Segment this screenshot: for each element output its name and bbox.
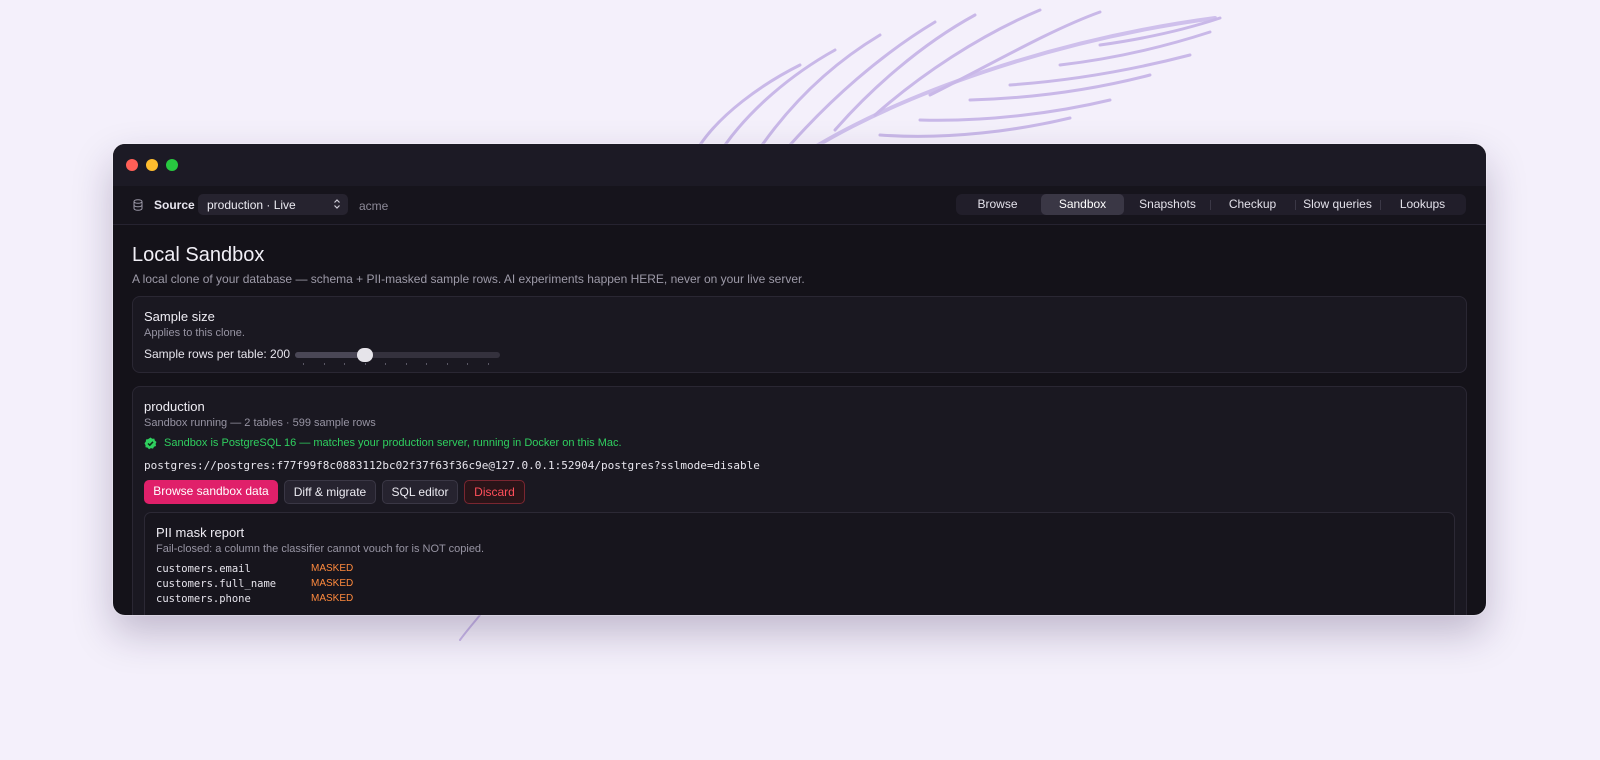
slider-fill [295,352,365,358]
sample-rows-label: Sample rows per table: 200 [144,347,291,361]
sample-size-subtitle: Applies to this clone. [144,327,245,339]
pii-report-title: PII mask report [156,525,245,540]
slider-tick [364,363,366,365]
sql-editor-button[interactable]: SQL editor [382,480,458,504]
page-title: Local Sandbox [132,244,265,266]
sandbox-summary: Sandbox running — 2 tables · 599 sample … [144,417,376,429]
pii-column-name: customers.phone [156,593,251,605]
slider-tick [446,363,448,365]
pii-status-badge: MASKED [311,578,354,589]
database-icon [133,199,143,211]
slider-thumb[interactable] [356,348,373,362]
pii-column-name: customers.full_name [156,578,277,590]
diff-migrate-button[interactable]: Diff & migrate [284,480,376,504]
sample-rows-slider[interactable] [295,348,500,362]
chevron-up-down-icon [334,199,340,209]
verified-check-icon [144,437,157,450]
app-window: Source production · Live acme Browse San… [113,144,1486,615]
sandbox-card: production Sandbox running — 2 tables · … [132,386,1467,615]
close-window-button[interactable] [126,159,138,171]
zoom-window-button[interactable] [166,159,178,171]
sandbox-status-text: Sandbox is PostgreSQL 16 — matches your … [164,437,622,449]
slider-tick [385,363,386,365]
pii-column-name: customers.email [156,563,251,575]
tab-browse[interactable]: Browse [956,194,1039,215]
tab-lookups[interactable]: Lookups [1381,194,1464,215]
tab-sandbox[interactable]: Sandbox [1041,194,1124,215]
page-subtitle: A local clone of your database — schema … [132,272,805,286]
sandbox-name: production [144,399,205,414]
slider-tick [467,363,468,365]
pii-status-badge: MASKED [311,593,354,604]
sample-size-card: Sample size Applies to this clone. Sampl… [132,296,1467,373]
source-label: Source [154,198,195,212]
minimize-window-button[interactable] [146,159,158,171]
toolbar: Source production · Live acme Browse San… [113,186,1486,225]
tab-checkup[interactable]: Checkup [1211,194,1294,215]
sample-size-title: Sample size [144,309,215,324]
slider-tick [405,363,407,365]
slider-tick [426,363,427,365]
slider-tick [487,363,489,365]
source-select[interactable]: production · Live [198,194,348,215]
tab-snapshots[interactable]: Snapshots [1126,194,1209,215]
slider-tick [344,363,345,365]
pii-mask-report: PII mask report Fail-closed: a column th… [144,512,1455,615]
workspace-name: acme [359,199,389,213]
slider-tick [323,363,325,365]
title-bar [113,144,1486,186]
discard-button[interactable]: Discard [464,480,525,504]
slider-tick [303,363,304,365]
tab-slow-queries[interactable]: Slow queries [1296,194,1379,215]
pii-report-subtitle: Fail-closed: a column the classifier can… [156,543,485,555]
connection-string[interactable]: postgres://postgres:f77f99f8c0883112bc02… [144,459,760,472]
browse-sandbox-button[interactable]: Browse sandbox data [144,480,278,504]
view-tabs: Browse Sandbox Snapshots Checkup Slow qu… [956,194,1466,215]
pii-status-badge: MASKED [311,563,354,574]
source-select-value: production · Live [207,198,296,212]
